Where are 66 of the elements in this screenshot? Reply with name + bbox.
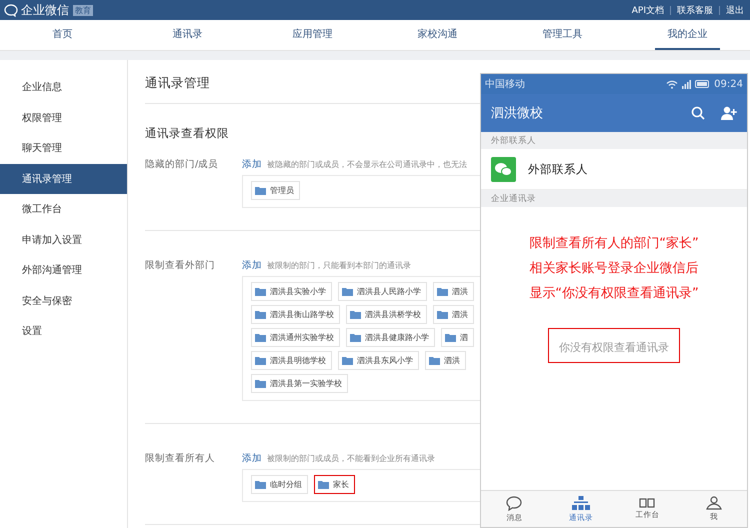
setting-label: 隐藏的部门/成员 (145, 158, 220, 172)
folder-icon (437, 310, 448, 319)
nav-tab[interactable]: 应用管理 (280, 20, 345, 50)
person-icon (706, 496, 722, 510)
sidebar-item[interactable]: 申请加入设置 (0, 224, 127, 255)
folder-icon (350, 333, 361, 342)
edition-badge: 教育 (73, 4, 93, 16)
org-chart-icon (572, 496, 590, 510)
nav-tab[interactable]: 管理工具 (530, 20, 595, 50)
chat-bubble-logo-icon (4, 4, 18, 16)
folder-icon (255, 333, 266, 342)
setting-label: 限制查看外部门 (145, 259, 216, 273)
add-link[interactable]: 添加 (242, 259, 262, 272)
nav-tab[interactable]: 通讯录 (155, 20, 220, 50)
section-title: 通讯录查看权限 (145, 126, 229, 140)
no-permission-message: 你没有权限查看通讯录 (559, 341, 669, 354)
folder-icon (255, 287, 266, 296)
sidebar-item[interactable]: 安全与保密 (0, 286, 127, 316)
sidebar-item[interactable]: 权限管理 (0, 102, 127, 133)
chat-bubbles-icon (491, 156, 516, 182)
sidebar-item[interactable]: 通讯录管理 (0, 164, 127, 194)
carrier-text: 中国移动 (485, 78, 525, 91)
hint-text: 被限制的部门，只能看到本部门的通讯录 (267, 260, 411, 271)
sidebar-item[interactable]: 微工作台 (0, 194, 127, 224)
sidebar-item[interactable]: 聊天管理 (0, 133, 127, 164)
annotation-text: 相关家长账号登录企业微信后 (530, 260, 698, 277)
nav-tab[interactable]: 家校沟通 (405, 20, 470, 50)
folder-icon (318, 480, 329, 489)
folder-icon (445, 333, 456, 342)
header-link[interactable]: 联系客服 (677, 4, 713, 16)
folder-icon (342, 356, 353, 365)
folder-icon (255, 310, 266, 319)
page-title: 通讯录管理 (145, 75, 210, 90)
two-squares-icon (639, 498, 656, 508)
chat-bubble-icon (506, 496, 522, 510)
header-link[interactable]: 退出 (726, 4, 744, 16)
clock-text: 09:24 (714, 78, 743, 90)
add-person-icon[interactable] (721, 106, 737, 120)
hint-text: 被限制的部门或成员，不能看到企业所有通讯录 (267, 453, 435, 464)
annotation-text: 限制查看所有人的部门“家长” (529, 235, 699, 252)
folder-icon (255, 186, 266, 195)
add-link[interactable]: 添加 (242, 158, 262, 171)
hint-text: 被隐藏的部门或成员，不会显示在公司通讯录中，也无法 (267, 159, 467, 170)
folder-icon (255, 480, 266, 489)
folder-icon (350, 310, 361, 319)
folder-icon (437, 287, 448, 296)
sidebar-item[interactable]: 外部沟通管理 (0, 255, 127, 286)
setting-label: 限制查看所有人 (145, 452, 216, 466)
logo-text: 企业微信 (21, 2, 69, 18)
add-link[interactable]: 添加 (242, 452, 262, 465)
folder-icon (429, 356, 440, 365)
header-link[interactable]: API文档 (632, 4, 664, 16)
folder-icon (255, 356, 266, 365)
section-header: 外部联系人 (491, 134, 536, 146)
annotation-text: 显示“你没有权限查看通讯录” (529, 285, 699, 302)
battery-icon (695, 80, 710, 88)
app-title: 泗洪微校 (491, 105, 544, 122)
sidebar-item[interactable]: 企业信息 (0, 72, 127, 102)
folder-icon (342, 287, 353, 296)
sidebar-item[interactable]: 设置 (0, 316, 127, 346)
wifi-icon (666, 80, 678, 88)
nav-tab[interactable]: 首页 (30, 20, 95, 50)
section-header: 企业通讯录 (491, 192, 536, 204)
folder-icon (255, 379, 266, 388)
search-icon[interactable] (691, 106, 705, 120)
signal-icon (682, 80, 692, 88)
